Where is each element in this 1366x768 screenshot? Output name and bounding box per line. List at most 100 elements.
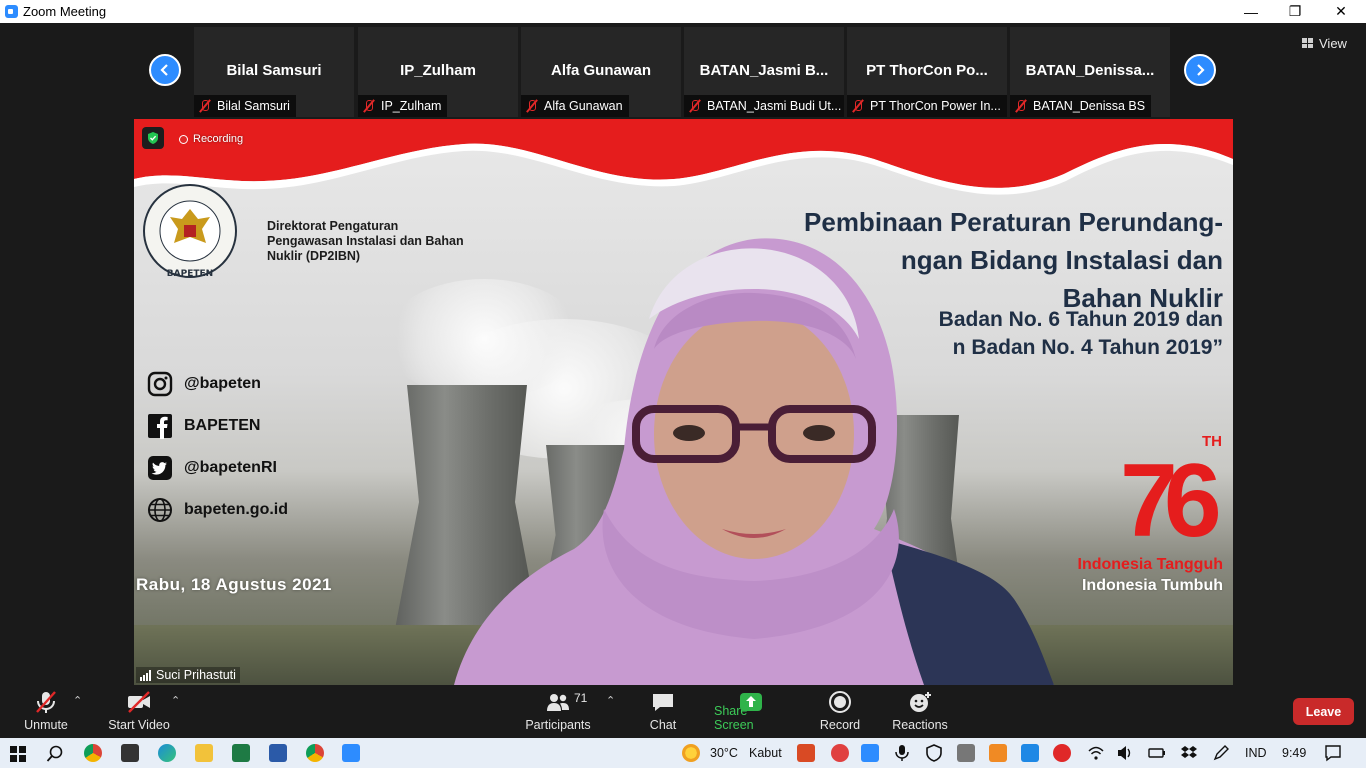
- participants-icon: [547, 694, 569, 711]
- close-button[interactable]: ✕: [1318, 0, 1364, 23]
- windows-start-icon[interactable]: [10, 746, 26, 762]
- weather-desc: Kabut: [749, 746, 782, 760]
- shield-tray-icon[interactable]: [925, 744, 943, 762]
- record-label: Record: [819, 718, 861, 732]
- view-label: View: [1319, 35, 1347, 51]
- window-titlebar: Zoom Meeting — ❐ ✕: [0, 0, 1366, 23]
- chrome-icon[interactable]: [306, 744, 324, 762]
- participant-tile[interactable]: BATAN_Denissa... BATAN_Denissa BS: [1010, 27, 1170, 117]
- active-speaker-video[interactable]: Recording BAPETEN Direktorat Pengaturan …: [134, 119, 1233, 685]
- tray-app-icon[interactable]: [831, 744, 849, 762]
- notifications-icon[interactable]: [1324, 744, 1342, 762]
- twitter-icon: [146, 454, 174, 482]
- bapeten-seal-logo: BAPETEN: [143, 184, 237, 279]
- participant-tile[interactable]: Alfa Gunawan Alfa Gunawan: [521, 27, 681, 117]
- file-explorer-icon[interactable]: [195, 744, 213, 762]
- participant-tile[interactable]: IP_Zulham IP_Zulham: [358, 27, 518, 117]
- pen-icon[interactable]: [1212, 744, 1230, 762]
- microphone-icon[interactable]: [893, 744, 911, 762]
- participant-name: BATAN_Jasmi B...: [699, 62, 829, 79]
- participant-name: IP_Zulham: [400, 62, 476, 79]
- share-screen-button[interactable]: Share Screen: [714, 686, 788, 738]
- leave-button[interactable]: Leave: [1293, 698, 1354, 725]
- zoom-taskbar-icon[interactable]: [342, 744, 360, 762]
- tagline-tangguh: Indonesia Tangguh: [1077, 556, 1223, 573]
- tray-app-icon[interactable]: [989, 744, 1007, 762]
- windows-taskbar: 30°C Kabut IND 9:49: [0, 738, 1366, 768]
- mic-muted-icon: [36, 691, 56, 713]
- participant-name: BATAN_Denissa...: [1025, 62, 1155, 79]
- start-video-button[interactable]: Start Video: [106, 686, 172, 738]
- unmute-label: Unmute: [24, 718, 68, 732]
- participant-strip: Bilal Samsuri Bilal Samsuri IP_Zulham IP…: [194, 27, 1171, 117]
- tray-app-icon[interactable]: [797, 744, 815, 762]
- tray-app-icon[interactable]: [957, 744, 975, 762]
- anniversary-suffix: TH: [1202, 433, 1222, 450]
- clock-time[interactable]: 9:49: [1282, 746, 1306, 760]
- chevron-right-icon: [1197, 64, 1205, 76]
- next-page-button[interactable]: [1184, 54, 1216, 86]
- prev-page-button[interactable]: [149, 54, 181, 86]
- speaker-name-label: Suci Prihastuti: [136, 667, 240, 683]
- participant-label: IP_Zulham: [358, 95, 448, 117]
- mic-muted-icon: [1014, 99, 1028, 113]
- participant-label-text: BATAN_Denissa BS: [1033, 99, 1146, 113]
- speaker-name: Suci Prihastuti: [156, 668, 236, 682]
- wifi-icon[interactable]: [1087, 744, 1105, 762]
- globe-icon: [146, 496, 174, 524]
- participant-tile[interactable]: BATAN_Jasmi B... BATAN_Jasmi Budi Ut...: [684, 27, 844, 117]
- view-button[interactable]: View: [1302, 34, 1347, 52]
- event-date: Rabu, 18 Agustus 2021: [136, 575, 332, 594]
- weather-temp: 30°C: [710, 746, 738, 760]
- restore-button[interactable]: ❐: [1272, 0, 1318, 23]
- mic-muted-icon: [688, 99, 702, 113]
- social-website: bapeten.go.id: [146, 495, 288, 525]
- teamviewer-icon[interactable]: [1021, 744, 1039, 762]
- security-shield-badge[interactable]: [142, 127, 164, 149]
- audio-options-caret[interactable]: ⌃: [73, 694, 82, 707]
- chevron-left-icon: [160, 64, 168, 76]
- organization-name: Direktorat Pengaturan Pengawasan Instala…: [267, 219, 464, 263]
- chat-button[interactable]: Chat: [644, 686, 682, 738]
- unmute-button[interactable]: Unmute: [20, 686, 72, 738]
- dropbox-icon[interactable]: [1180, 744, 1198, 762]
- chrome-icon[interactable]: [84, 744, 102, 762]
- participant-label: BATAN_Jasmi Budi Ut...: [684, 95, 844, 117]
- speaker-volume-icon[interactable]: [1116, 744, 1134, 762]
- participants-options-caret[interactable]: ⌃: [606, 694, 615, 707]
- reactions-label: Reactions: [892, 718, 948, 732]
- video-options-caret[interactable]: ⌃: [171, 694, 180, 707]
- recording-dot-icon: [179, 134, 188, 144]
- weather-icon: [682, 744, 700, 762]
- recording-indicator: Recording: [179, 133, 243, 145]
- anniversary-number: 76: [1120, 443, 1219, 544]
- social-twitter-text: @bapetenRI: [184, 459, 277, 476]
- participant-tile[interactable]: PT ThorCon Po... PT ThorCon Power In...: [847, 27, 1007, 117]
- battery-icon[interactable]: [1148, 744, 1166, 762]
- minimize-button[interactable]: —: [1228, 0, 1274, 23]
- word-icon[interactable]: [269, 744, 287, 762]
- beats-icon[interactable]: [1053, 744, 1071, 762]
- record-button[interactable]: Record: [818, 686, 862, 738]
- mic-muted-icon: [851, 99, 865, 113]
- participants-label: Participants: [525, 718, 591, 732]
- participant-name: Bilal Samsuri: [226, 62, 322, 79]
- participant-tile[interactable]: Bilal Samsuri Bilal Samsuri: [194, 27, 354, 117]
- mic-muted-icon: [525, 99, 539, 113]
- zoom-tray-icon[interactable]: [861, 744, 879, 762]
- chat-label: Chat: [649, 718, 677, 732]
- seal-bottom-text: BAPETEN: [167, 269, 213, 279]
- input-language[interactable]: IND: [1245, 746, 1267, 760]
- red-wave-banner: [134, 119, 1233, 195]
- search-icon[interactable]: [46, 745, 64, 763]
- app-icon[interactable]: [121, 744, 139, 762]
- mic-muted-icon: [198, 99, 212, 113]
- edge-icon[interactable]: [158, 744, 176, 762]
- recording-label: Recording: [193, 133, 244, 145]
- facebook-icon: [146, 412, 174, 440]
- reactions-button[interactable]: Reactions: [892, 686, 948, 738]
- participant-label: Alfa Gunawan: [521, 95, 629, 117]
- excel-icon[interactable]: [232, 744, 250, 762]
- zoom-app-icon: [5, 5, 18, 18]
- shield-icon: [148, 132, 158, 144]
